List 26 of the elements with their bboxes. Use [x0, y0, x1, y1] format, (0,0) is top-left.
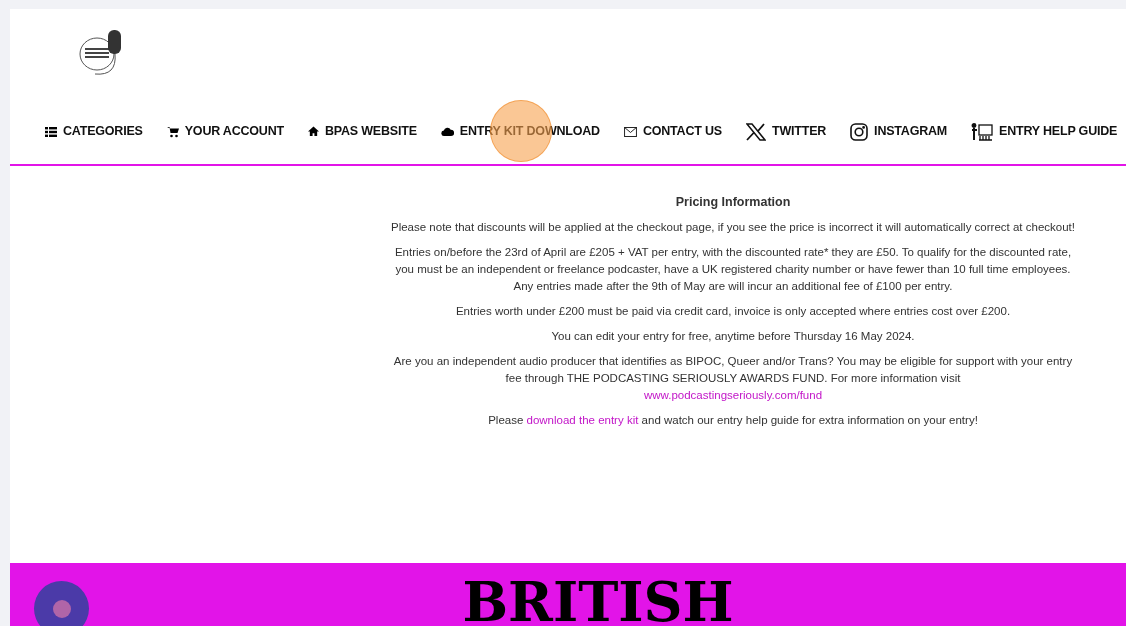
camera-icon [850, 122, 869, 141]
paragraph: Entries worth under £200 must be paid via credit card, invoice is only accepted where entries cost over £200. [454, 304, 1012, 319]
nav-link[interactable]: INSTAGRAM [850, 122, 948, 141]
link[interactable]: download the entry kit [526, 414, 639, 426]
nav-link[interactable]: BPAS WEBSITE [307, 122, 417, 141]
nav-link[interactable]: CATEGORIES [45, 122, 143, 141]
paragraph: You can edit your entry for free, anytime before Thursday 16 May 2024. [550, 329, 916, 344]
list-icon [45, 125, 57, 138]
link[interactable]: www.podcastingseriously.com/fund [643, 389, 823, 401]
nav-link[interactable]: YOUR ACCOUNT [166, 122, 284, 141]
cart-icon [166, 125, 179, 138]
presenter-icon [971, 122, 994, 141]
cloud-icon [440, 126, 454, 137]
paragraph: Please note that discounts will be applied at the checkout page, if you see the price is incorrect it will automatically correct at checkout! [390, 220, 1076, 235]
paragraph: Entries on/before the 23rd of April are £205 + VAT per entry, with the discounted rate* they are £50. To qualify for the discounted rate, you must be an independent or freelance podcaster, have a UK registered charity number or have fewer than 10 full time employees. Any entries made after the 9th of May are will incur an additional fee of £100 per entry. [393, 245, 1073, 294]
x-logo-icon [745, 122, 766, 141]
home-icon [307, 126, 319, 137]
nav-link[interactable]: ENTRY HELP GUIDE [971, 122, 1118, 141]
nav-link[interactable]: TWITTER [745, 122, 827, 141]
section-title: Pricing Information [674, 194, 792, 211]
banner-heading: BRITISH [462, 575, 734, 626]
paragraph: Please download the entry kit and watch our entry help guide for extra information on your entry! [487, 413, 979, 428]
paragraph: Are you an independent audio producer that identifies as BIPOC, Queer and/or Trans? You may be eligible for support with your entry fee through THE PODCASTING SERIOUSLY AWARDS FUND. For more information visit www.podcastingseriously.com/fund [392, 354, 1074, 403]
nav-link[interactable]: CONTACT US [623, 122, 722, 141]
nav-link[interactable]: ENTRY KIT DOWNLOAD [440, 122, 600, 141]
envelope-icon [623, 126, 637, 137]
